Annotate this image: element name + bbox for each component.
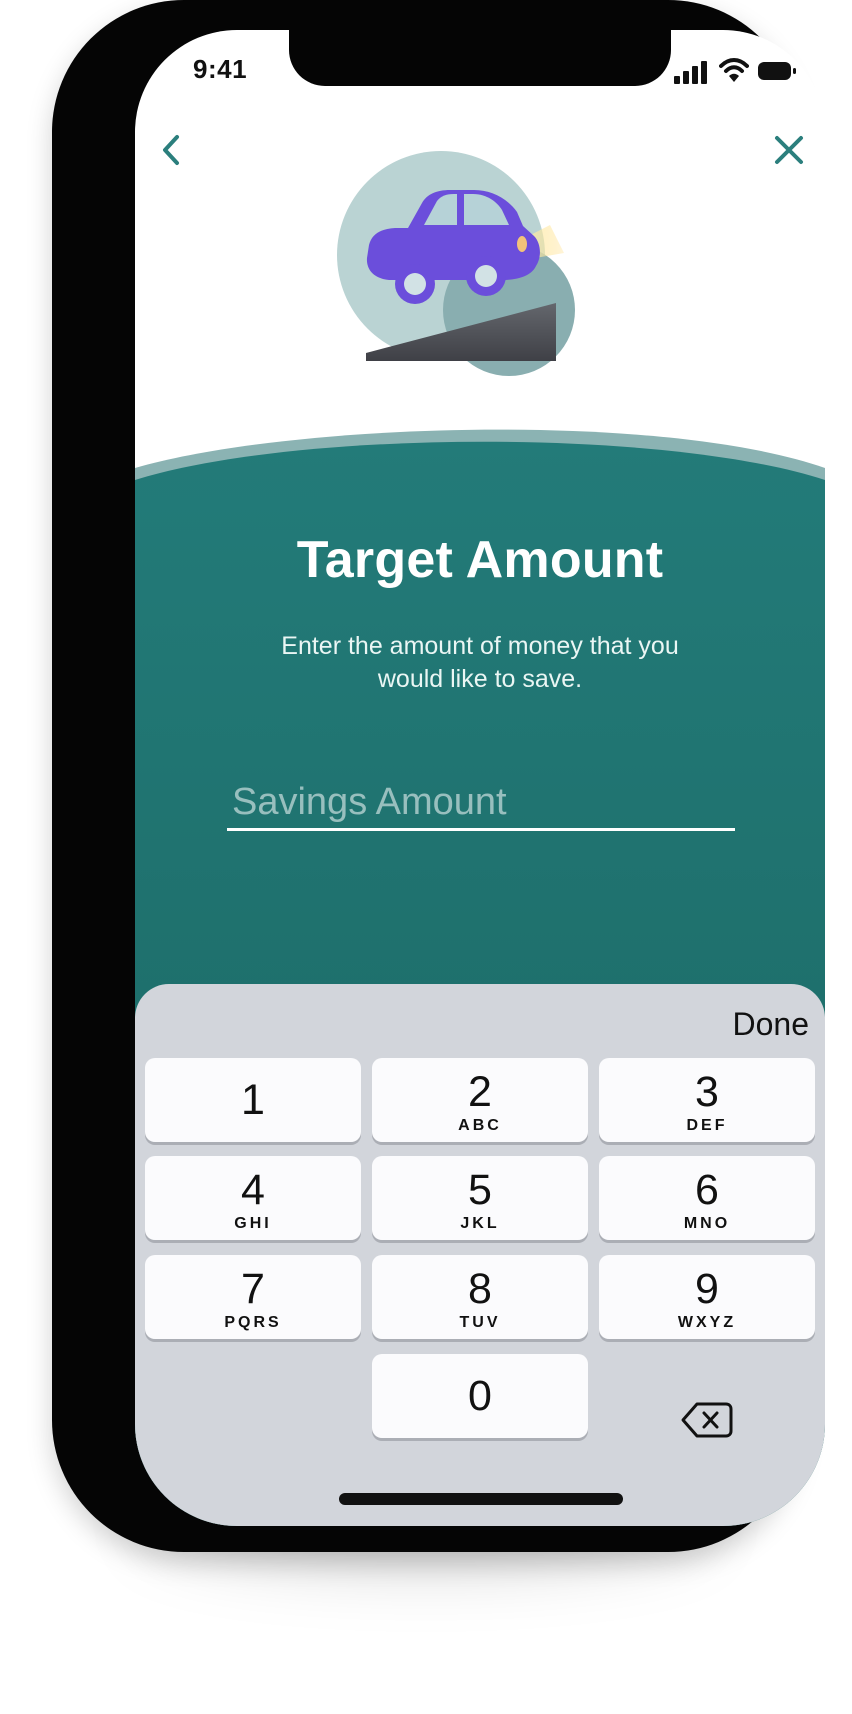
- keypad-key-1[interactable]: 1: [145, 1058, 361, 1142]
- page-subtitle: Enter the amount of money that you would…: [281, 632, 679, 693]
- key-letters: ABC: [458, 1117, 502, 1134]
- wifi-icon: [719, 58, 749, 82]
- key-number: 6: [695, 1166, 719, 1214]
- battery-icon: [758, 62, 796, 80]
- done-button[interactable]: Done: [733, 1006, 810, 1043]
- keypad-key-9[interactable]: 9 WXYZ: [599, 1255, 815, 1339]
- keypad-key-4[interactable]: 4 GHI: [145, 1156, 361, 1240]
- phone-frame: 9:41 Target Amount Enter the amount of m…: [52, 0, 825, 1552]
- key-letters: WXYZ: [677, 1314, 737, 1331]
- home-indicator[interactable]: [339, 1493, 623, 1505]
- keypad-key-8[interactable]: 8 TUV: [372, 1255, 588, 1339]
- keypad-key-5[interactable]: 5 JKL: [372, 1156, 588, 1240]
- keypad-key-6[interactable]: 6 MNO: [599, 1156, 815, 1240]
- key-letters: PQRS: [224, 1314, 282, 1331]
- key-letters: GHI: [234, 1215, 272, 1232]
- key-letters: JKL: [460, 1215, 500, 1232]
- key-number: 4: [241, 1166, 265, 1214]
- keypad-key-7[interactable]: 7 PQRS: [145, 1255, 361, 1339]
- keypad-key-2[interactable]: 2 ABC: [372, 1058, 588, 1142]
- key-number: 3: [695, 1068, 719, 1116]
- key-letters: TUV: [459, 1314, 501, 1331]
- delete-backspace-icon[interactable]: [679, 1396, 733, 1444]
- key-number: 2: [468, 1068, 492, 1116]
- status-icons: [674, 58, 796, 86]
- numeric-keyboard: Done 1 2 ABC 3 DEF 4 GHI 5 JKL 6 MNO 7 P…: [135, 984, 825, 1526]
- cellular-signal-icon: [674, 60, 710, 84]
- key-number: 1: [241, 1076, 265, 1124]
- camera-notch: [289, 30, 671, 86]
- key-number: 7: [241, 1265, 265, 1313]
- key-number: 9: [695, 1265, 719, 1313]
- keypad-key-0[interactable]: 0: [372, 1354, 588, 1438]
- car-on-ramp-illustration: [337, 151, 575, 376]
- app-screen: 9:41 Target Amount Enter the amount of m…: [135, 30, 825, 1526]
- keypad-key-3[interactable]: 3 DEF: [599, 1058, 815, 1142]
- key-letters: MNO: [683, 1215, 731, 1232]
- key-number: 0: [468, 1372, 492, 1420]
- close-icon[interactable]: [767, 128, 811, 172]
- savings-amount-field-wrapper[interactable]: [227, 776, 735, 831]
- key-number: 8: [468, 1265, 492, 1313]
- key-letters: DEF: [686, 1117, 728, 1134]
- chevron-left-icon[interactable]: [149, 128, 193, 172]
- key-number: 5: [468, 1166, 492, 1214]
- page-title: Target Amount: [296, 531, 664, 589]
- savings-amount-input[interactable]: [227, 776, 735, 828]
- status-time: 9:41: [193, 54, 248, 84]
